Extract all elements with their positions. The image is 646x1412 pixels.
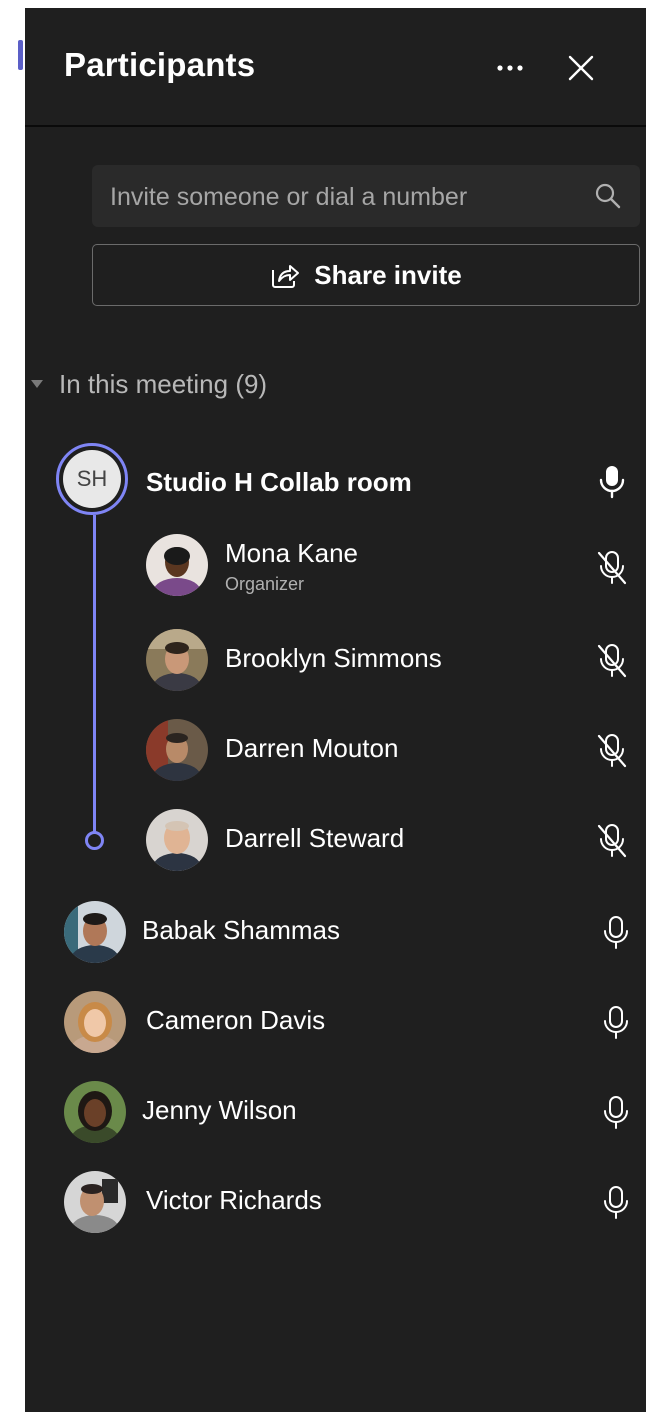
mic-icon[interactable]: [600, 1185, 632, 1221]
participant-name: Brooklyn Simmons: [225, 643, 442, 673]
search-icon: [595, 183, 621, 209]
app-bar-indicator: [18, 40, 23, 70]
avatar: [64, 991, 126, 1053]
participant-row[interactable]: Mona Kane Organizer: [25, 528, 646, 598]
more-horizontal-icon: [497, 65, 523, 71]
invite-search-box[interactable]: [92, 165, 640, 229]
avatar: [64, 901, 126, 963]
participant-role: Organizer: [225, 574, 305, 594]
avatar: [146, 629, 208, 691]
participant-row[interactable]: Babak Shammas: [25, 898, 646, 968]
participant-name: Darrell Steward: [225, 823, 405, 853]
share-invite-label: Share invite: [314, 259, 462, 290]
participant-row[interactable]: Jenny Wilson: [25, 1078, 646, 1148]
participants-panel: Participants Invite someone or dial a nu…: [25, 8, 646, 1412]
participant-name: Cameron Davis: [146, 1005, 326, 1035]
caret-down-icon: [31, 380, 43, 388]
invite-search-input[interactable]: [108, 165, 592, 229]
panel-header: Participants: [25, 8, 646, 127]
avatar: [64, 1171, 126, 1233]
close-button[interactable]: [561, 48, 601, 88]
mic-icon[interactable]: [600, 1005, 632, 1041]
participant-name: Darren Mouton: [225, 733, 399, 763]
mic-off-icon[interactable]: [596, 550, 628, 586]
mic-off-icon[interactable]: [596, 643, 628, 679]
participant-row[interactable]: Darrell Steward: [25, 806, 646, 876]
teams-window: Participants Invite someone or dial a nu…: [0, 0, 646, 1412]
participant-row[interactable]: Victor Richards: [25, 1168, 646, 1238]
more-options-button[interactable]: [490, 48, 530, 88]
share-icon: [272, 265, 300, 288]
participant-row-room[interactable]: Studio H Collab room: [25, 447, 646, 517]
participant-row[interactable]: Darren Mouton: [25, 716, 646, 786]
mic-icon[interactable]: [596, 464, 628, 500]
participant-row[interactable]: Brooklyn Simmons: [25, 626, 646, 696]
avatar: [146, 809, 208, 871]
mic-icon[interactable]: [600, 915, 632, 951]
mic-off-icon[interactable]: [596, 733, 628, 769]
share-invite-button[interactable]: Share invite: [92, 244, 640, 306]
participant-name: Victor Richards: [146, 1185, 322, 1215]
avatar: [146, 534, 208, 596]
participant-name: Babak Shammas: [142, 915, 340, 945]
panel-title: Participants: [64, 46, 256, 83]
room-name: Studio H Collab room: [146, 467, 412, 497]
close-icon: [568, 55, 594, 81]
participant-name: Jenny Wilson: [142, 1095, 297, 1125]
in-meeting-section-toggle[interactable]: In this meeting (9): [31, 366, 267, 402]
participant-name: Mona Kane: [225, 538, 358, 568]
avatar: [64, 1081, 126, 1143]
participant-row[interactable]: Cameron Davis: [25, 988, 646, 1058]
avatar: [146, 719, 208, 781]
in-meeting-section-label: In this meeting (9): [59, 368, 268, 399]
mic-icon[interactable]: [600, 1095, 632, 1131]
mic-off-icon[interactable]: [596, 823, 628, 859]
